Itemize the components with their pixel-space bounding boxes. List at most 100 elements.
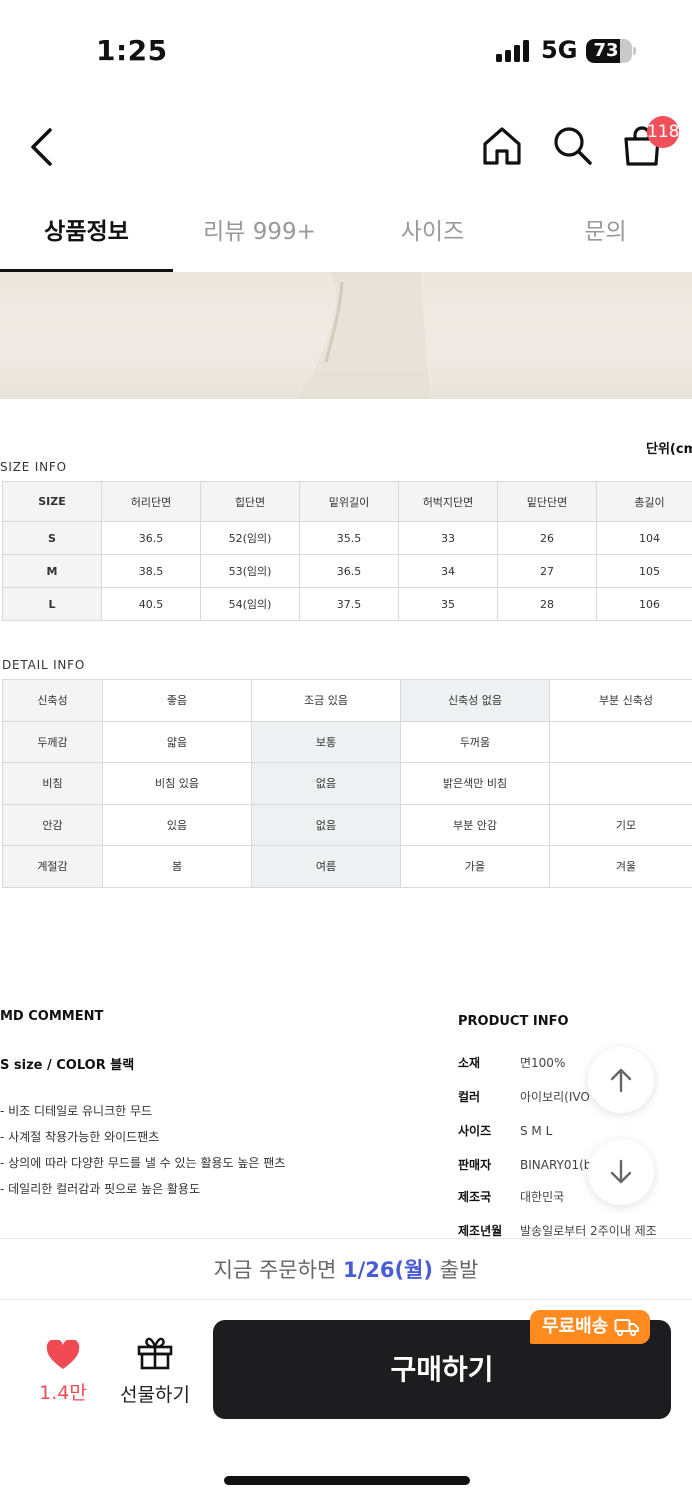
table-cell: 105 — [596, 554, 692, 588]
md-comment-title: MD COMMENT — [0, 1009, 104, 1024]
table-row: 두께감 얇음 보통 두꺼움 — [2, 720, 692, 763]
product-info-row: 판매자 BINARY01(b — [458, 1156, 591, 1173]
detail-info-title: DETAIL INFO — [2, 658, 86, 672]
battery-cap — [633, 47, 636, 55]
delivery-prefix: 지금 주문하면 — [213, 1258, 343, 1282]
table-row: L 40.5 54(임의) 37.5 35 28 106 — [2, 587, 692, 621]
table-header: 밑단단면 — [497, 481, 597, 522]
table-cell: 36.5 — [101, 521, 201, 555]
gift-button[interactable]: 선물하기 — [112, 1336, 198, 1407]
scroll-top-button[interactable] — [588, 1047, 654, 1113]
table-row: 신축성 좋음 조금 있음 신축성 없음 부분 신축성 — [2, 679, 692, 722]
status-bar: 1:25 5G 73 — [0, 0, 692, 100]
table-cell: 35 — [398, 587, 498, 621]
bottom-action-bar: 1.4만 선물하기 구매하기 무료배송 — [0, 1300, 692, 1500]
delivery-notice: 지금 주문하면 1/26(월) 출발 — [0, 1238, 692, 1300]
table-cell: 안감 — [2, 803, 103, 846]
like-button[interactable]: 1.4만 — [28, 1338, 98, 1405]
delivery-suffix: 출발 — [432, 1258, 479, 1282]
table-cell-selected: 여름 — [251, 845, 401, 888]
product-info-key: 사이즈 — [458, 1124, 492, 1138]
table-cell: 27 — [497, 554, 597, 588]
table-header: 밑위길이 — [299, 481, 399, 522]
top-nav: 118 — [0, 100, 692, 195]
gift-icon — [137, 1337, 173, 1370]
product-info-row: 사이즈 S M L — [458, 1122, 552, 1139]
product-info-value: BINARY01(b — [520, 1158, 592, 1172]
home-button[interactable] — [480, 124, 524, 168]
size-table: SIZE 허리단면 힙단면 밑위길이 허벅지단면 밑단단면 총길이 S 36.5… — [2, 481, 692, 621]
tab-inquiry[interactable]: 문의 — [519, 195, 692, 273]
like-count: 1.4만 — [39, 1382, 87, 1404]
list-item: - 사계절 착용가능한 와이드팬츠 — [0, 1130, 160, 1144]
product-info-key: 소재 — [458, 1056, 481, 1070]
table-cell — [549, 762, 692, 805]
product-photo — [0, 272, 692, 399]
delivery-date: 1/26(월) — [342, 1258, 433, 1282]
tab-reviews[interactable]: 리뷰 999+ — [173, 195, 346, 273]
table-cell: 비침 — [2, 762, 103, 805]
list-item: - 상의에 따라 다양한 무드를 낼 수 있는 활용도 높은 팬츠 — [0, 1156, 286, 1170]
table-cell: 53(임의) — [200, 554, 300, 588]
product-info-title: PRODUCT INFO — [458, 1014, 569, 1029]
arrow-up-icon — [610, 1068, 632, 1093]
table-cell-selected: 보통 — [251, 720, 401, 763]
table-cell: 35.5 — [299, 521, 399, 555]
product-info-row: 제조년월 발송일로부터 2주이내 제조 — [458, 1222, 657, 1239]
table-cell: 밝은색만 비침 — [400, 762, 550, 805]
product-info-key: 판매자 — [458, 1158, 492, 1172]
unit-label: 단위(cm — [646, 442, 692, 457]
free-shipping-badge: 무료배송 — [530, 1310, 651, 1344]
detail-table: 신축성 좋음 조금 있음 신축성 없음 부분 신축성 두께감 얇음 보통 두꺼움… — [2, 679, 692, 888]
cart-count-badge: 118 — [647, 116, 679, 148]
signal-icon — [496, 40, 529, 62]
tab-product-info[interactable]: 상품정보 — [0, 195, 173, 273]
tab-size[interactable]: 사이즈 — [346, 195, 519, 273]
table-cell: 비침 있음 — [102, 762, 252, 805]
search-icon — [554, 127, 592, 165]
scroll-bottom-button[interactable] — [588, 1139, 654, 1205]
battery-icon: 73 — [586, 39, 632, 63]
table-cell: 40.5 — [101, 587, 201, 621]
table-header: SIZE — [2, 481, 102, 522]
table-cell: 37.5 — [299, 587, 399, 621]
table-row: SIZE 허리단면 힙단면 밑위길이 허벅지단면 밑단단면 총길이 — [2, 481, 692, 522]
table-cell: M — [2, 554, 102, 588]
table-cell: S — [2, 521, 102, 555]
table-cell: 있음 — [102, 803, 252, 846]
table-cell: 34 — [398, 554, 498, 588]
table-row: 계절감 봄 여름 가을 겨울 — [2, 845, 692, 888]
table-cell: 106 — [596, 587, 692, 621]
truck-icon — [614, 1319, 640, 1337]
table-cell: 52(임의) — [200, 521, 300, 555]
list-item: - 데일리한 컬러감과 핏으로 높은 활용도 — [0, 1182, 201, 1196]
search-button[interactable] — [550, 124, 594, 168]
table-row: 비침 비침 있음 없음 밝은색만 비침 — [2, 762, 692, 805]
table-cell: 28 — [497, 587, 597, 621]
md-comment-subtitle: S size / COLOR 블랙 — [0, 1058, 135, 1073]
table-cell: 겨울 — [549, 845, 692, 888]
table-cell: 기모 — [549, 803, 692, 846]
table-row: 안감 있음 없음 부분 안감 기모 — [2, 803, 692, 846]
list-item: - 비조 디테일로 유니크한 무드 — [0, 1104, 153, 1118]
table-cell: 38.5 — [101, 554, 201, 588]
table-cell: 33 — [398, 521, 498, 555]
table-header: 힙단면 — [200, 481, 300, 522]
heart-icon — [46, 1338, 80, 1369]
product-info-value: S M L — [520, 1124, 553, 1138]
table-cell: 26 — [497, 521, 597, 555]
gift-label: 선물하기 — [120, 1384, 190, 1406]
product-info-row: 제조국 대한민국 — [458, 1188, 564, 1205]
product-info-key: 제조년월 — [458, 1224, 503, 1238]
table-cell-selected: 없음 — [251, 762, 401, 805]
table-row: S 36.5 52(임의) 35.5 33 26 104 — [2, 521, 692, 555]
fabric-fold-shape — [296, 272, 430, 399]
table-cell: 조금 있음 — [251, 679, 401, 722]
table-cell: 얇음 — [102, 720, 252, 763]
product-info-key: 제조국 — [458, 1190, 492, 1204]
arrow-down-icon — [610, 1159, 632, 1184]
home-indicator — [224, 1476, 470, 1485]
table-cell: 36.5 — [299, 554, 399, 588]
back-button[interactable] — [22, 124, 62, 170]
product-info-value: 발송일로부터 2주이내 제조 — [520, 1224, 657, 1238]
